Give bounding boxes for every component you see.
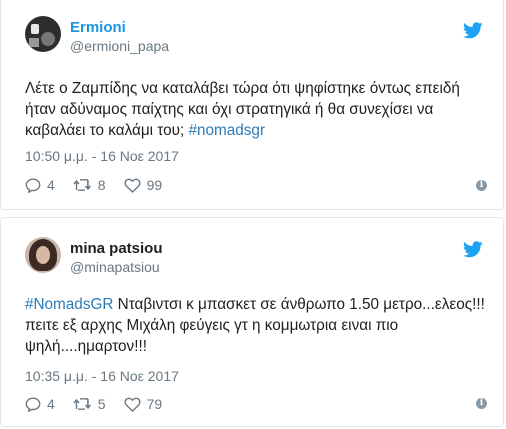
tweet-timestamp[interactable]: 10:50 μ.μ. - 16 Νοε 2017: [25, 148, 179, 164]
twitter-bird-icon[interactable]: [463, 241, 483, 258]
tweet-card: Ermioni @ermioni_papa Λέτε ο Ζαμπίδης να…: [0, 0, 504, 210]
avatar[interactable]: [25, 16, 61, 52]
reply-icon: [25, 396, 41, 412]
retweet-count: 8: [97, 177, 106, 193]
reply-icon: [25, 177, 41, 193]
reply-count: 4: [47, 396, 55, 412]
tweet-actions: 4 5 79: [25, 395, 176, 413]
tweet-card: mina patsiou @minapatsiou #NomadsGR Νταβ…: [0, 217, 504, 427]
tweet-actions: 4 8 99: [25, 176, 176, 194]
reply-count: 4: [47, 177, 55, 193]
hashtag-link[interactable]: #NomadsGR: [25, 296, 113, 313]
reply-button[interactable]: 4: [25, 396, 55, 412]
retweet-count: 5: [97, 396, 106, 412]
info-icon[interactable]: i: [476, 180, 487, 191]
heart-icon: [124, 178, 141, 193]
retweet-icon: [73, 179, 91, 191]
retweet-button[interactable]: 8: [73, 177, 106, 193]
tweet-text: Λέτε ο Ζαμπίδης να καταλάβει τώρα ότι ψη…: [25, 78, 487, 141]
author-handle[interactable]: @ermioni_papa: [70, 38, 169, 54]
hashtag-link[interactable]: #nomadsgr: [189, 122, 266, 139]
like-count: 79: [146, 396, 163, 412]
heart-icon: [124, 397, 141, 412]
author-name[interactable]: mina patsiou: [70, 240, 163, 257]
like-button[interactable]: 99: [124, 177, 163, 193]
retweet-icon: [73, 398, 91, 410]
author-name[interactable]: Ermioni: [70, 19, 126, 36]
author-handle[interactable]: @minapatsiou: [70, 259, 160, 275]
like-count: 99: [146, 177, 163, 193]
tweet-text: #NomadsGR Νταβιντσι κ μπασκετ σε άνθρωπο…: [25, 294, 487, 357]
tweet-timestamp[interactable]: 10:35 μ.μ. - 16 Νοε 2017: [25, 368, 179, 384]
avatar[interactable]: [25, 237, 61, 273]
retweet-button[interactable]: 5: [73, 396, 106, 412]
info-icon[interactable]: i: [476, 398, 487, 409]
reply-button[interactable]: 4: [25, 177, 55, 193]
twitter-bird-icon[interactable]: [463, 22, 483, 39]
like-button[interactable]: 79: [124, 396, 163, 412]
